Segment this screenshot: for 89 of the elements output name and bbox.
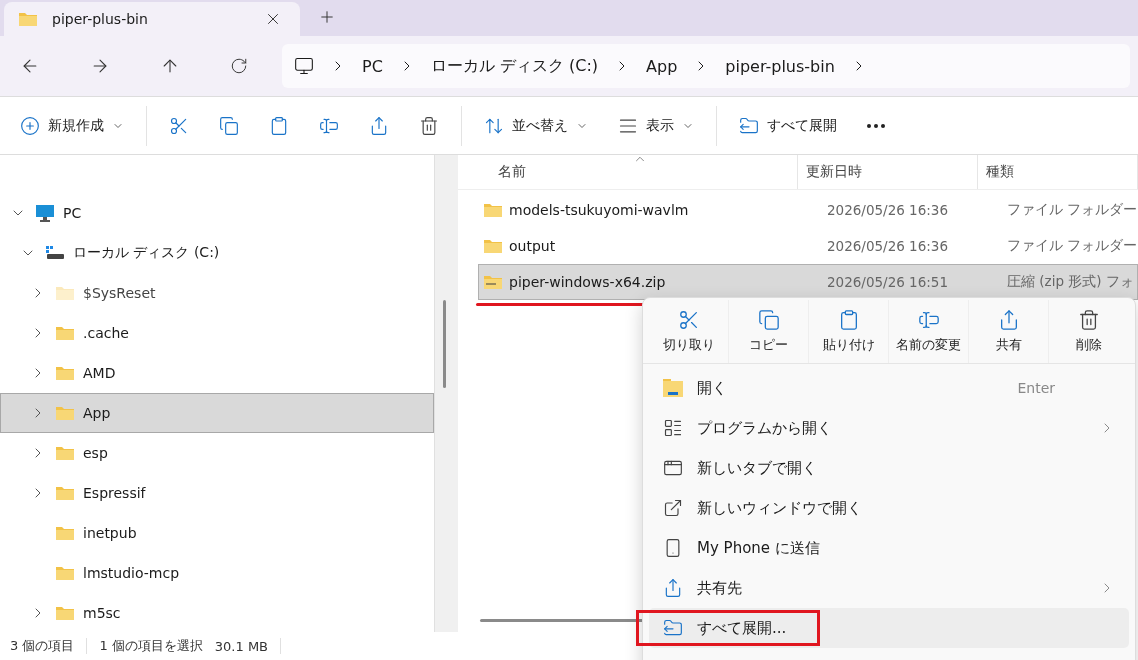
tree-item[interactable]: Espressif bbox=[0, 473, 434, 513]
column-header[interactable]: 更新日時 bbox=[798, 155, 978, 189]
copy-icon bbox=[757, 309, 780, 331]
folder-icon bbox=[55, 325, 75, 341]
menu-item[interactable]: 開く Enter bbox=[649, 368, 1129, 408]
tab-title: piper-plus-bin bbox=[52, 11, 149, 27]
plus-icon bbox=[20, 115, 40, 136]
tree-item[interactable]: inetpub bbox=[0, 513, 434, 553]
folder-icon bbox=[483, 202, 503, 218]
rename-icon bbox=[917, 309, 940, 331]
column-header[interactable]: 名前 bbox=[458, 155, 798, 189]
folder-arrow-icon bbox=[663, 618, 683, 638]
address-bar[interactable]: PC ローカル ディスク (C:) App piper-plus-bin bbox=[282, 44, 1130, 88]
folder-icon bbox=[55, 445, 75, 461]
tab-icon bbox=[663, 458, 683, 478]
scrollbar-thumb[interactable] bbox=[443, 300, 446, 388]
tree-item[interactable]: lmstudio-mcp bbox=[0, 553, 434, 593]
toolbar-button[interactable]: すべて展開 bbox=[735, 111, 841, 140]
file-name: piper-windows-x64.zip bbox=[509, 274, 666, 290]
toolbar-button[interactable]: 新規作成 bbox=[16, 111, 128, 140]
tab[interactable]: piper-plus-bin bbox=[4, 2, 300, 36]
table-cell: 2026/05/26 16:36 bbox=[827, 202, 948, 218]
file-row[interactable]: piper-windows-x64.zip 2026/05/26 16:51 圧縮 (zip 形式) フォ bbox=[478, 264, 1138, 300]
menu-action[interactable]: コピー bbox=[729, 300, 809, 363]
tree-item[interactable]: AMD bbox=[0, 353, 434, 393]
tree-item[interactable]: m5sc bbox=[0, 593, 434, 633]
tree-item[interactable]: $SysReset bbox=[0, 273, 434, 313]
file-name: models-tsukuyomi-wavlm bbox=[509, 202, 689, 218]
menu-item[interactable]: My Phone に送信 bbox=[649, 528, 1129, 568]
menu-item[interactable]: プログラムから開く bbox=[649, 408, 1129, 448]
menu-item[interactable]: すべて展開... bbox=[649, 608, 1129, 648]
folder-icon bbox=[663, 379, 683, 397]
folder-icon bbox=[18, 11, 38, 27]
menu-item[interactable]: 新しいタブで開く bbox=[649, 448, 1129, 488]
shortcut-hint: Enter bbox=[1017, 380, 1055, 396]
menu-action[interactable]: 削除 bbox=[1049, 300, 1129, 363]
monitor-icon bbox=[294, 56, 314, 76]
breadcrumb[interactable]: PC bbox=[362, 56, 383, 76]
clipboard-icon bbox=[269, 115, 289, 136]
folder-icon bbox=[55, 365, 75, 381]
menu-item[interactable]: 共有先 bbox=[649, 568, 1129, 608]
zip-folder-icon bbox=[483, 274, 503, 290]
more-icon bbox=[867, 123, 885, 128]
table-cell: ファイル フォルダー bbox=[1007, 237, 1137, 253]
selection-size: 30.1 MB bbox=[214, 638, 269, 654]
app-list-icon bbox=[663, 418, 683, 438]
share-icon bbox=[369, 115, 389, 136]
file-row[interactable]: models-tsukuyomi-wavlm 2026/05/26 16:36 ファイル フォルダー bbox=[478, 192, 1138, 228]
table-cell: ファイル フォルダー bbox=[1007, 201, 1137, 217]
file-row[interactable]: output 2026/05/26 16:36 ファイル フォルダー bbox=[478, 228, 1138, 264]
toolbar-button[interactable]: 並べ替え bbox=[480, 111, 592, 140]
trash-icon bbox=[1078, 309, 1100, 331]
scissors-icon bbox=[169, 115, 189, 136]
trash-icon bbox=[419, 115, 439, 136]
menu-action[interactable]: 切り取り bbox=[649, 300, 729, 363]
table-cell: 圧縮 (zip 形式) フォ bbox=[1007, 273, 1134, 289]
menu-action[interactable]: 貼り付け bbox=[809, 300, 889, 363]
folder-icon bbox=[55, 525, 75, 541]
folder-arrow-icon bbox=[739, 115, 759, 136]
folder-icon bbox=[55, 605, 75, 621]
menu-item[interactable]: 新しいウィンドウで開く bbox=[649, 488, 1129, 528]
table-cell: 2026/05/26 16:36 bbox=[827, 238, 948, 254]
selection-info: 1 個の項目を選択 bbox=[99, 637, 203, 655]
window-arrow-icon bbox=[663, 498, 683, 518]
share-icon bbox=[663, 578, 683, 598]
tree-item[interactable]: App bbox=[0, 393, 434, 433]
breadcrumb[interactable]: ローカル ディスク (C:) bbox=[430, 55, 599, 77]
breadcrumb[interactable]: App bbox=[646, 56, 678, 76]
toolbar-button[interactable]: 表示 bbox=[614, 111, 698, 140]
breadcrumb[interactable]: piper-plus-bin bbox=[725, 56, 835, 76]
folder-icon bbox=[483, 238, 503, 254]
tree-item[interactable]: .cache bbox=[0, 313, 434, 353]
monitor-icon bbox=[35, 204, 55, 222]
tree-item[interactable]: ローカル ディスク (C:) bbox=[0, 233, 434, 273]
column-header[interactable]: 種類 bbox=[978, 155, 1138, 189]
copy-icon bbox=[219, 115, 239, 136]
table-cell: 2026/05/26 16:51 bbox=[827, 274, 948, 290]
file-name: output bbox=[509, 238, 556, 254]
item-count: 3 個の項目 bbox=[10, 637, 75, 655]
folder-icon bbox=[55, 285, 75, 301]
tree-item[interactable]: PC bbox=[0, 193, 434, 233]
folder-icon bbox=[55, 565, 75, 581]
menu-action[interactable]: 共有 bbox=[969, 300, 1049, 363]
tree-item[interactable]: esp bbox=[0, 433, 434, 473]
folder-icon bbox=[55, 485, 75, 501]
folder-icon bbox=[55, 405, 75, 421]
drive-icon bbox=[45, 245, 65, 261]
menu-action[interactable]: 名前の変更 bbox=[889, 300, 969, 363]
scissors-icon bbox=[677, 309, 700, 331]
